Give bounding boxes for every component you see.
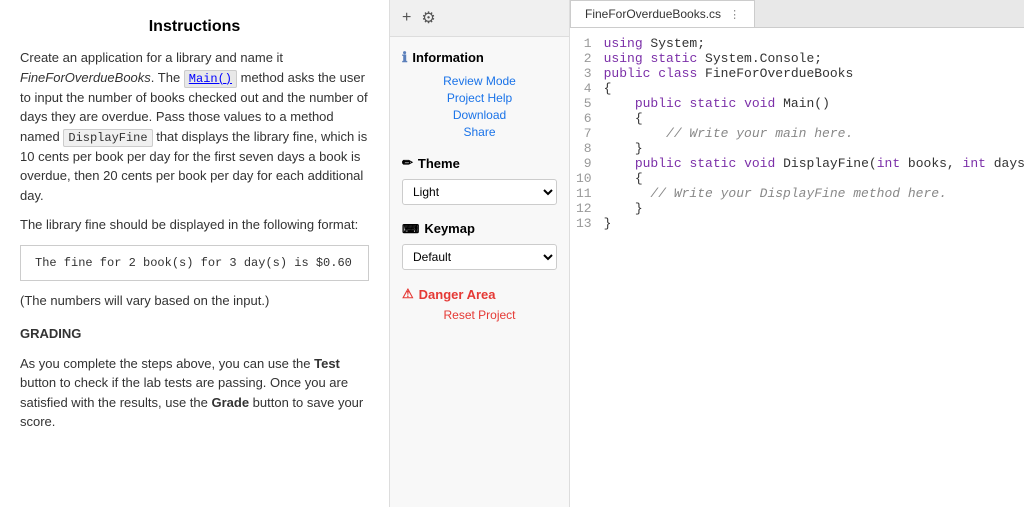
instructions-paragraph-1: Create an application for a library and … bbox=[20, 48, 369, 205]
code-line-8: 8 } bbox=[570, 141, 1024, 156]
line-content-2: using static System.Console; bbox=[604, 51, 1024, 66]
line-content-13: } bbox=[604, 216, 1024, 231]
keymap-section-title: ⌨ Keymap bbox=[402, 221, 557, 236]
code-line-11: 11 // Write your DisplayFine method here… bbox=[570, 186, 1024, 201]
editor-tabs: FineForOverdueBooks.cs ⋮ bbox=[570, 0, 1024, 28]
theme-section-title: ✏ Theme bbox=[402, 155, 557, 171]
keyboard-icon: ⌨ bbox=[402, 222, 419, 236]
line-number-11: 11 bbox=[570, 186, 604, 201]
line-number-9: 9 bbox=[570, 156, 604, 171]
code-line-10: 10 { bbox=[570, 171, 1024, 186]
theme-section: ✏ Theme Light Dark Monokai Solarized bbox=[402, 155, 557, 205]
line-content-3: public class FineForOverdueBooks bbox=[604, 66, 1024, 81]
main-method-link[interactable]: Main() bbox=[184, 70, 237, 88]
code-line-2: 2 using static System.Console; bbox=[570, 51, 1024, 66]
information-section: ℹ Information Review Mode Project Help D… bbox=[402, 49, 557, 139]
line-content-12: } bbox=[604, 201, 1024, 216]
code-line-6: 6 { bbox=[570, 111, 1024, 126]
instructions-title: Instructions bbox=[20, 18, 369, 36]
instructions-paragraph-2: The library fine should be displayed in … bbox=[20, 215, 369, 235]
project-help-link[interactable]: Project Help bbox=[447, 91, 512, 105]
gear-button[interactable]: ⚙ bbox=[421, 8, 435, 28]
settings-content: ℹ Information Review Mode Project Help D… bbox=[390, 37, 569, 507]
line-content-9: public static void DisplayFine(int books… bbox=[604, 156, 1024, 171]
editor-tab[interactable]: FineForOverdueBooks.cs ⋮ bbox=[570, 0, 755, 27]
line-number-2: 2 bbox=[570, 51, 604, 66]
pencil-icon: ✏ bbox=[402, 155, 413, 171]
line-number-7: 7 bbox=[570, 126, 604, 141]
editor-body[interactable]: 1 using System; 2 using static System.Co… bbox=[570, 28, 1024, 507]
code-line-7: 7 // Write your main here. bbox=[570, 126, 1024, 141]
download-link[interactable]: Download bbox=[453, 108, 506, 122]
editor-panel: FineForOverdueBooks.cs ⋮ 1 using System;… bbox=[570, 0, 1024, 507]
warning-icon: ⚠ bbox=[402, 286, 414, 302]
line-number-4: 4 bbox=[570, 81, 604, 96]
code-lines: 1 using System; 2 using static System.Co… bbox=[570, 28, 1024, 239]
danger-title: ⚠ Danger Area bbox=[402, 286, 557, 302]
line-content-4: { bbox=[604, 81, 1024, 96]
settings-toolbar: + ⚙ bbox=[390, 0, 569, 37]
grading-title: GRADING bbox=[20, 324, 369, 344]
code-line-5: 5 public static void Main() bbox=[570, 96, 1024, 111]
code-line-3: 3 public class FineForOverdueBooks bbox=[570, 66, 1024, 81]
line-content-5: public static void Main() bbox=[604, 96, 1024, 111]
information-links: Review Mode Project Help Download Share bbox=[402, 74, 557, 139]
code-line-12: 12 } bbox=[570, 201, 1024, 216]
tab-close-icon[interactable]: ⋮ bbox=[729, 8, 740, 21]
line-number-1: 1 bbox=[570, 36, 604, 51]
line-number-5: 5 bbox=[570, 96, 604, 111]
instructions-note: (The numbers will vary based on the inpu… bbox=[20, 291, 369, 311]
information-section-title: ℹ Information bbox=[402, 49, 557, 66]
share-link[interactable]: Share bbox=[463, 125, 495, 139]
code-line-4: 4 { bbox=[570, 81, 1024, 96]
line-content-10: { bbox=[604, 171, 1024, 186]
tab-filename: FineForOverdueBooks.cs bbox=[585, 7, 721, 21]
line-number-6: 6 bbox=[570, 111, 604, 126]
keymap-select[interactable]: Default Vim Emacs bbox=[402, 244, 557, 270]
code-line-13: 13 } bbox=[570, 216, 1024, 231]
danger-section: ⚠ Danger Area Reset Project bbox=[402, 286, 557, 322]
code-line-1: 1 using System; bbox=[570, 36, 1024, 51]
line-content-11: // Write your DisplayFine method here. bbox=[604, 186, 1024, 201]
reset-project-link[interactable]: Reset Project bbox=[402, 308, 557, 322]
grading-text: As you complete the steps above, you can… bbox=[20, 354, 369, 432]
code-line-9: 9 public static void DisplayFine(int boo… bbox=[570, 156, 1024, 171]
format-example: The fine for 2 book(s) for 3 day(s) is $… bbox=[20, 245, 369, 281]
line-number-12: 12 bbox=[570, 201, 604, 216]
keymap-section: ⌨ Keymap Default Vim Emacs bbox=[402, 221, 557, 270]
line-number-13: 13 bbox=[570, 216, 604, 231]
display-fine-inline: DisplayFine bbox=[63, 129, 152, 147]
settings-panel: + ⚙ ℹ Information Review Mode Project He… bbox=[390, 0, 570, 507]
review-mode-link[interactable]: Review Mode bbox=[443, 74, 516, 88]
line-content-8: } bbox=[604, 141, 1024, 156]
info-icon: ℹ bbox=[402, 49, 407, 66]
line-number-3: 3 bbox=[570, 66, 604, 81]
line-content-6: { bbox=[604, 111, 1024, 126]
instructions-panel: Instructions Create an application for a… bbox=[0, 0, 390, 507]
line-content-7: // Write your main here. bbox=[604, 126, 1024, 141]
line-number-8: 8 bbox=[570, 141, 604, 156]
line-number-10: 10 bbox=[570, 171, 604, 186]
theme-select[interactable]: Light Dark Monokai Solarized bbox=[402, 179, 557, 205]
add-button[interactable]: + bbox=[402, 9, 411, 27]
line-content-1: using System; bbox=[604, 36, 1024, 51]
